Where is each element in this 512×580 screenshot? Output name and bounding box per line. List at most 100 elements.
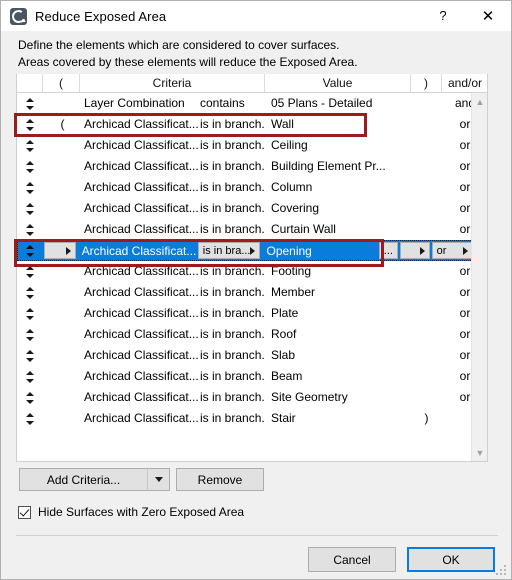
close-paren-cell[interactable] [411, 177, 442, 198]
close-paren-cell[interactable] [411, 219, 442, 240]
value-cell[interactable]: Covering [265, 198, 411, 219]
criteria-cell[interactable]: Archicad Classificat... is in branch... [80, 324, 265, 345]
close-paren-cell[interactable] [411, 282, 442, 303]
table-row[interactable]: Archicad Classificat... is in branch... Co… [17, 198, 473, 219]
close-paren-cell[interactable] [411, 387, 442, 408]
value-cell[interactable]: 05 Plans - Detailed [265, 93, 411, 114]
open-paren-cell[interactable] [43, 366, 80, 387]
column-header-and-or[interactable]: and/or [442, 74, 487, 92]
open-paren-cell[interactable] [43, 345, 80, 366]
close-icon[interactable]: ✕ [466, 1, 510, 30]
value-cell[interactable]: Slab [265, 345, 411, 366]
table-row[interactable]: (Archicad Classificat... is in branch... W… [17, 114, 473, 135]
table-row[interactable]: Archicad Classificat... is in branch... Si… [17, 387, 473, 408]
row-reorder-handle[interactable] [17, 261, 43, 282]
row-reorder-handle[interactable] [17, 345, 43, 366]
criteria-cell[interactable]: Archicad Classificat... is in branch... [80, 156, 265, 177]
table-row[interactable]: Archicad Classificat... is in branch... St… [17, 408, 473, 429]
value-cell[interactable]: Stair [265, 408, 411, 429]
table-row[interactable]: Archicad Classificat... is in branch... Ce… [17, 135, 473, 156]
close-paren-dropdown[interactable] [399, 242, 430, 259]
scroll-down-icon[interactable]: ▼ [472, 444, 487, 461]
column-header-sort[interactable] [17, 74, 43, 92]
criteria-cell[interactable]: Archicad Classificat... is in branch... [80, 303, 265, 324]
criteria-cell[interactable]: Archicad Classificat... is in branch... [80, 345, 265, 366]
close-paren-cell[interactable] [411, 156, 442, 177]
row-reorder-handle[interactable] [17, 282, 43, 303]
row-reorder-handle[interactable] [17, 156, 43, 177]
close-paren-cell[interactable] [411, 114, 442, 135]
close-paren-cell[interactable] [411, 345, 442, 366]
value-cell[interactable]: Member [265, 282, 411, 303]
criteria-field[interactable]: Archicad Classificat... [76, 244, 198, 258]
row-reorder-handle[interactable] [17, 303, 43, 324]
table-row[interactable]: Archicad Classificat... is in branch... Sl… [17, 345, 473, 366]
operator-dropdown[interactable]: is in bra... [197, 242, 261, 259]
table-row[interactable]: Archicad Classificat... is in branch... Me… [17, 282, 473, 303]
row-reorder-handle[interactable] [17, 324, 43, 345]
value-field[interactable]: Opening [260, 244, 378, 258]
open-paren-dropdown[interactable] [44, 242, 76, 259]
open-paren-cell[interactable] [43, 303, 80, 324]
value-cell[interactable]: Beam [265, 366, 411, 387]
add-criteria-dropdown-button[interactable] [147, 468, 170, 491]
criteria-cell[interactable]: Archicad Classificat... is in branch... [80, 366, 265, 387]
open-paren-cell[interactable] [43, 135, 80, 156]
value-cell[interactable]: Column [265, 177, 411, 198]
row-reorder-handle[interactable] [17, 240, 43, 261]
criteria-cell[interactable]: Archicad Classificat... is in branch... [80, 387, 265, 408]
scroll-up-icon[interactable]: ▲ [472, 93, 487, 110]
value-cell[interactable]: Roof [265, 324, 411, 345]
table-vertical-scrollbar[interactable]: ▲ ▼ [471, 93, 487, 461]
criteria-cell[interactable]: Archicad Classificat... is in branch... [80, 114, 265, 135]
close-paren-cell[interactable] [411, 324, 442, 345]
and-or-dropdown[interactable]: or [431, 242, 474, 259]
add-criteria-button[interactable]: Add Criteria... [19, 468, 147, 491]
open-paren-cell[interactable] [43, 282, 80, 303]
value-cell[interactable]: Curtain Wall [265, 219, 411, 240]
open-paren-cell[interactable] [43, 261, 80, 282]
table-row[interactable]: Archicad Classificat... is in branch... Co… [17, 177, 473, 198]
criteria-cell[interactable]: Archicad Classificat... is in branch... [80, 135, 265, 156]
column-header-open-paren[interactable]: ( [43, 74, 80, 92]
close-paren-cell[interactable]: ) [411, 408, 442, 429]
open-paren-cell[interactable]: ( [43, 114, 80, 135]
ok-button[interactable]: OK [407, 547, 495, 572]
open-paren-cell[interactable] [43, 93, 80, 114]
open-paren-cell[interactable] [43, 387, 80, 408]
open-paren-cell[interactable] [43, 219, 80, 240]
close-paren-cell[interactable] [411, 303, 442, 324]
open-paren-cell[interactable] [43, 177, 80, 198]
title-bar[interactable]: Reduce Exposed Area ? ✕ [1, 1, 511, 31]
criteria-cell[interactable]: Archicad Classificat... is in branch... [80, 282, 265, 303]
close-paren-cell[interactable] [411, 261, 442, 282]
row-reorder-handle[interactable] [17, 114, 43, 135]
close-paren-cell[interactable] [411, 93, 442, 114]
value-cell[interactable]: Building Element Pr... [265, 156, 411, 177]
column-header-close-paren[interactable]: ) [411, 74, 442, 92]
criteria-cell[interactable]: Archicad Classificat... is in branch... [80, 408, 265, 429]
criteria-cell[interactable]: Layer Combination contains [80, 93, 265, 114]
table-row[interactable]: Archicad Classificat... is in branch... Pl… [17, 303, 473, 324]
criteria-cell[interactable]: Archicad Classificat... is in branch... [80, 261, 265, 282]
value-cell[interactable]: Site Geometry [265, 387, 411, 408]
row-reorder-handle[interactable] [17, 198, 43, 219]
criteria-cell[interactable]: Archicad Classificat... is in branch... [80, 198, 265, 219]
table-row[interactable]: Archicad Classificat... is in bra... Openi… [17, 240, 474, 261]
table-row[interactable]: Archicad Classificat... is in branch... Cu… [17, 219, 473, 240]
hide-surfaces-checkbox-row[interactable]: Hide Surfaces with Zero Exposed Area [18, 505, 244, 519]
column-header-criteria[interactable]: Criteria [80, 74, 265, 92]
table-row[interactable]: Layer Combination contains 05 Plans - Deta… [17, 93, 475, 114]
table-row[interactable]: Archicad Classificat... is in branch... Be… [17, 366, 473, 387]
table-row[interactable]: Archicad Classificat... is in branch... Bu… [17, 156, 473, 177]
table-row[interactable]: Archicad Classificat... is in branch... Fo… [17, 261, 473, 282]
value-cell[interactable]: Wall [265, 114, 411, 135]
value-more-button[interactable]: ... [378, 242, 398, 259]
open-paren-cell[interactable] [43, 198, 80, 219]
column-header-value[interactable]: Value [265, 74, 411, 92]
close-paren-cell[interactable] [411, 135, 442, 156]
close-paren-cell[interactable] [411, 198, 442, 219]
hide-surfaces-checkbox[interactable] [18, 505, 31, 519]
value-cell[interactable]: Footing [265, 261, 411, 282]
row-reorder-handle[interactable] [17, 93, 43, 114]
